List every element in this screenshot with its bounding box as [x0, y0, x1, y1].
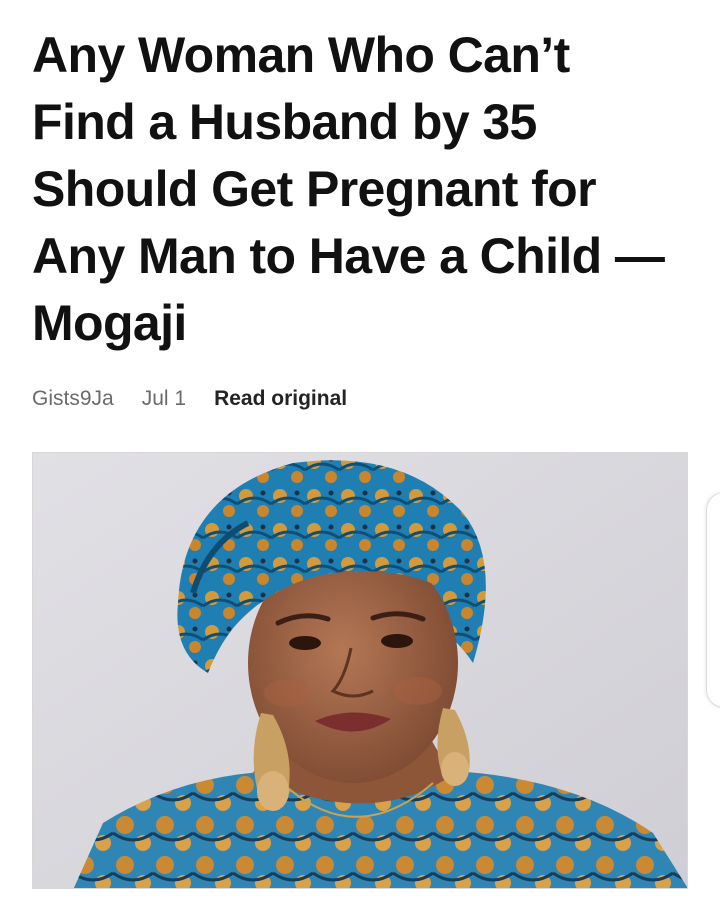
article-meta: Gists9Ja Jul 1 Read original: [32, 384, 347, 414]
article-title-line: Mogaji: [32, 295, 187, 351]
read-original-link[interactable]: Read original: [214, 387, 347, 411]
article-title-line: Any Man to Have a Child —: [32, 228, 665, 284]
article-photo[interactable]: [32, 452, 688, 889]
portrait-photo-illustration: [33, 453, 687, 888]
author-name[interactable]: Gists9Ja: [32, 387, 114, 411]
article: Any Woman Who Can’t Find a Husband by 35…: [32, 22, 692, 357]
article-title-line: Find a Husband by 35: [32, 94, 537, 150]
publish-date: Jul 1: [141, 387, 187, 410]
article-title: Any Woman Who Can’t Find a Husband by 35…: [32, 22, 692, 357]
article-title-line: Any Woman Who Can’t: [32, 27, 570, 83]
article-title-line: Should Get Pregnant for: [32, 161, 597, 217]
edge-panel-handle-icon[interactable]: [706, 492, 720, 708]
